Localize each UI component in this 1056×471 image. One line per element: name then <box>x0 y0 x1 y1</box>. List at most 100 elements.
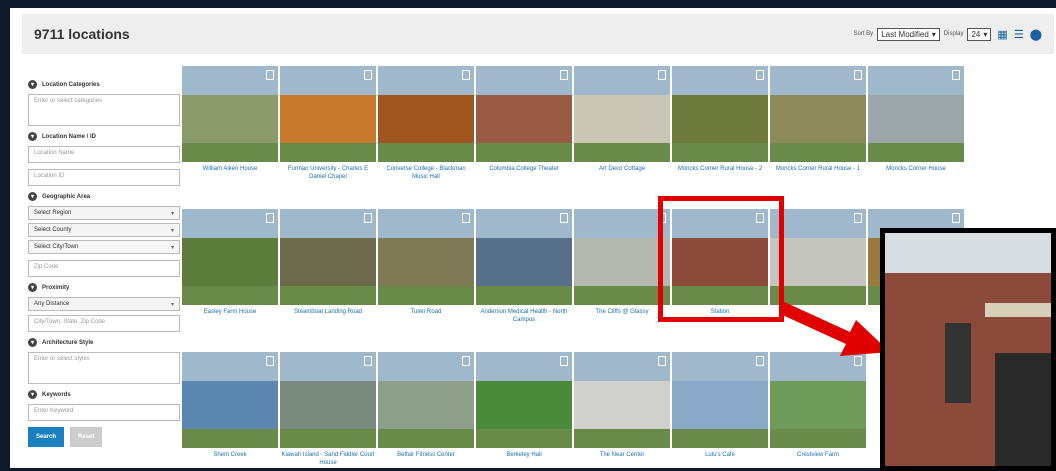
location-name[interactable]: Easley Farm House <box>182 309 278 317</box>
bookmark-icon[interactable] <box>952 70 960 80</box>
bookmark-icon[interactable] <box>658 70 666 80</box>
zip-input[interactable]: Zip Code <box>28 260 180 277</box>
location-thumbnail[interactable] <box>476 352 572 448</box>
bookmark-icon[interactable] <box>364 356 372 366</box>
bookmark-icon[interactable] <box>854 213 862 223</box>
grid-view-icon[interactable]: ▦ <box>997 28 1007 41</box>
location-id-input[interactable]: Location ID <box>28 169 180 186</box>
location-name[interactable]: Anderson Medical Health - North Campus <box>476 309 572 324</box>
section-categories[interactable]: ▾ Location Categories <box>28 80 180 89</box>
location-card[interactable]: Easley Farm House <box>182 209 278 317</box>
reset-button[interactable]: Reset <box>70 427 103 447</box>
bookmark-icon[interactable] <box>560 213 568 223</box>
distance-select[interactable]: Any Distance ▾ <box>28 297 180 311</box>
city-select[interactable]: Select City/Town ▾ <box>28 240 180 254</box>
location-card[interactable]: Shem Creek <box>182 352 278 460</box>
location-thumbnail[interactable] <box>280 66 376 162</box>
bookmark-icon[interactable] <box>560 70 568 80</box>
location-name[interactable]: The Near Center <box>574 452 670 460</box>
location-card[interactable]: Lulu's Cafe <box>672 352 768 460</box>
location-card[interactable]: Art Deco Cottage <box>574 66 670 174</box>
bookmark-icon[interactable] <box>266 356 274 366</box>
location-card[interactable]: The Cliffs @ Glassy <box>574 209 670 317</box>
section-geo[interactable]: ▾ Geographic Area <box>28 192 180 201</box>
bookmark-icon[interactable] <box>364 70 372 80</box>
location-name[interactable]: Shem Creek <box>182 452 278 460</box>
location-thumbnail[interactable] <box>574 352 670 448</box>
location-name[interactable]: William Aiken House <box>182 166 278 174</box>
categories-input[interactable]: Enter or select categories <box>28 94 180 126</box>
bookmark-icon[interactable] <box>756 356 764 366</box>
location-name[interactable]: Art Deco Cottage <box>574 166 670 174</box>
bookmark-icon[interactable] <box>266 70 274 80</box>
location-thumbnail[interactable] <box>182 66 278 162</box>
location-name[interactable]: Steamboat Landing Road <box>280 309 376 317</box>
location-thumbnail[interactable] <box>574 209 670 305</box>
bookmark-icon[interactable] <box>462 356 470 366</box>
location-thumbnail[interactable] <box>182 352 278 448</box>
bookmark-icon[interactable] <box>266 213 274 223</box>
location-name[interactable]: Moncks Corner Rural House - 1 <box>770 166 866 174</box>
location-thumbnail[interactable] <box>672 66 768 162</box>
location-card[interactable]: The Near Center <box>574 352 670 460</box>
sort-select[interactable]: Last Modified ▾ <box>877 27 940 41</box>
section-name-id[interactable]: ▾ Location Name / ID <box>28 132 180 141</box>
location-name[interactable]: Berkeley Hall <box>476 452 572 460</box>
location-name[interactable]: Converse College - Blackman Music Hall <box>378 166 474 181</box>
bookmark-icon[interactable] <box>560 356 568 366</box>
location-name[interactable]: Lulu's Cafe <box>672 452 768 460</box>
bookmark-icon[interactable] <box>854 70 862 80</box>
location-card[interactable]: Moncks Corner House <box>868 66 964 174</box>
location-thumbnail[interactable] <box>672 352 768 448</box>
location-thumbnail[interactable] <box>378 66 474 162</box>
location-thumbnail[interactable] <box>280 209 376 305</box>
county-select[interactable]: Select County ▾ <box>28 223 180 237</box>
bookmark-icon[interactable] <box>756 70 764 80</box>
section-keywords[interactable]: ▾ Keywords <box>28 390 180 399</box>
location-name[interactable]: The Cliffs @ Glassy <box>574 309 670 317</box>
list-view-icon[interactable]: ☰ <box>1014 28 1024 41</box>
region-select[interactable]: Select Region ▾ <box>28 206 180 220</box>
bookmark-icon[interactable] <box>462 70 470 80</box>
bookmark-icon[interactable] <box>364 213 372 223</box>
section-arch[interactable]: ▾ Architecture Style <box>28 338 180 347</box>
map-view-icon[interactable]: ⬤ <box>1030 28 1042 41</box>
bookmark-icon[interactable] <box>952 213 960 223</box>
location-thumbnail[interactable] <box>574 66 670 162</box>
bookmark-icon[interactable] <box>658 356 666 366</box>
location-thumbnail[interactable] <box>770 66 866 162</box>
location-card[interactable]: Tulen Road <box>378 209 474 317</box>
location-card[interactable]: Moncks Corner Rural House - 1 <box>770 66 866 174</box>
location-thumbnail[interactable] <box>868 66 964 162</box>
location-name[interactable]: Kiawah Island - Sand Fiddler Court House <box>280 452 376 467</box>
display-select[interactable]: 24 ▾ <box>967 27 992 41</box>
location-name[interactable]: Crestview Farm <box>770 452 866 460</box>
location-name[interactable]: Columbia College Theater <box>476 166 572 174</box>
location-card[interactable]: Converse College - Blackman Music Hall <box>378 66 474 181</box>
location-thumbnail[interactable] <box>378 352 474 448</box>
location-thumbnail[interactable] <box>476 209 572 305</box>
location-card[interactable]: Moncks Corner Rural House - 2 <box>672 66 768 174</box>
keyword-input[interactable]: Enter Keyword <box>28 404 180 421</box>
location-card[interactable]: Steamboat Landing Road <box>280 209 376 317</box>
location-card[interactable]: William Aiken House <box>182 66 278 174</box>
section-proximity[interactable]: ▾ Proximity <box>28 283 180 292</box>
arch-input[interactable]: Enter or select styles <box>28 352 180 384</box>
location-thumbnail[interactable] <box>280 352 376 448</box>
location-card[interactable]: Kiawah Island - Sand Fiddler Court House <box>280 352 376 467</box>
location-name[interactable]: Belfair Fitness Center <box>378 452 474 460</box>
location-card[interactable]: Anderson Medical Health - North Campus <box>476 209 572 324</box>
location-thumbnail[interactable] <box>770 352 866 448</box>
location-card[interactable]: Belfair Fitness Center <box>378 352 474 460</box>
location-card[interactable]: Furman University - Charles E Daniel Cha… <box>280 66 376 181</box>
location-name-input[interactable]: Location Name <box>28 146 180 163</box>
location-card[interactable]: Berkeley Hall <box>476 352 572 460</box>
location-name[interactable]: Tulen Road <box>378 309 474 317</box>
location-thumbnail[interactable] <box>182 209 278 305</box>
location-thumbnail[interactable] <box>476 66 572 162</box>
location-thumbnail[interactable] <box>378 209 474 305</box>
location-card[interactable]: Columbia College Theater <box>476 66 572 174</box>
bookmark-icon[interactable] <box>462 213 470 223</box>
location-name[interactable]: Furman University - Charles E Daniel Cha… <box>280 166 376 181</box>
search-button[interactable]: Search <box>28 427 65 447</box>
